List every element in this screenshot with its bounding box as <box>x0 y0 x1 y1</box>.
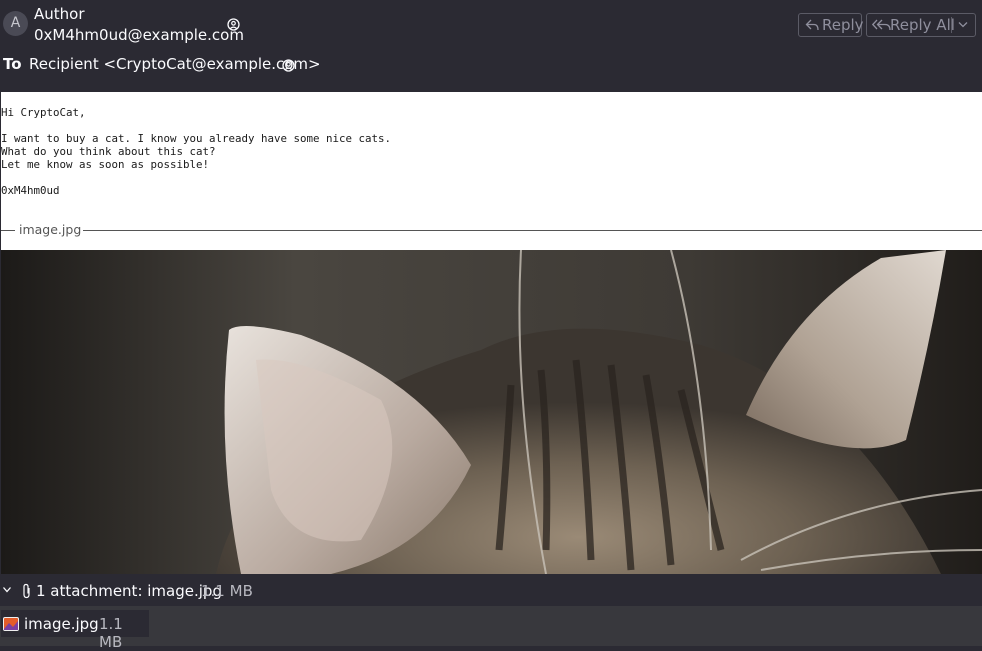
add-contact-icon[interactable] <box>282 59 295 72</box>
author-avatar: A <box>3 11 28 36</box>
button-divider <box>951 17 952 33</box>
attachment-separator: image.jpg <box>1 222 982 240</box>
message-header: A Author 0xM4hm0ud@example.com To Recipi… <box>0 0 982 92</box>
attachment-separator-label: image.jpg <box>17 222 84 237</box>
paperclip-icon <box>23 583 30 599</box>
attachment-size: 1.1 MB <box>201 582 253 600</box>
attachment-item[interactable]: image.jpg 1.1 MB <box>1 610 149 651</box>
chevron-down-icon[interactable] <box>2 586 12 594</box>
recipient[interactable]: Recipient <CryptoCat@example.com> <box>29 55 321 73</box>
attachment-name: image.jpg <box>24 615 99 633</box>
cat-image <box>1 250 982 574</box>
chevron-down-icon[interactable] <box>957 21 969 29</box>
message-text: Hi CryptoCat, I want to buy a cat. I kno… <box>1 106 392 197</box>
reply-all-label: Reply All <box>890 16 955 34</box>
reply-label: Reply <box>822 16 864 34</box>
attachment-summary: 1 attachment: image.jpg <box>36 582 222 600</box>
reply-icon <box>805 19 819 31</box>
reply-button[interactable]: Reply <box>798 13 864 37</box>
image-file-icon <box>3 617 19 631</box>
message-body: Hi CryptoCat, I want to buy a cat. I kno… <box>1 92 982 574</box>
add-contact-icon[interactable] <box>227 18 240 31</box>
reply-all-button[interactable]: Reply All <box>866 13 976 37</box>
author-email[interactable]: 0xM4hm0ud@example.com <box>34 26 244 44</box>
author-name[interactable]: Author <box>34 5 85 23</box>
attachment-bar[interactable]: 1 attachment: image.jpg 1.1 MB <box>0 575 982 606</box>
attachment-list: image.jpg 1.1 MB <box>0 606 982 651</box>
reply-all-icon <box>872 19 891 31</box>
to-label: To <box>3 55 22 73</box>
